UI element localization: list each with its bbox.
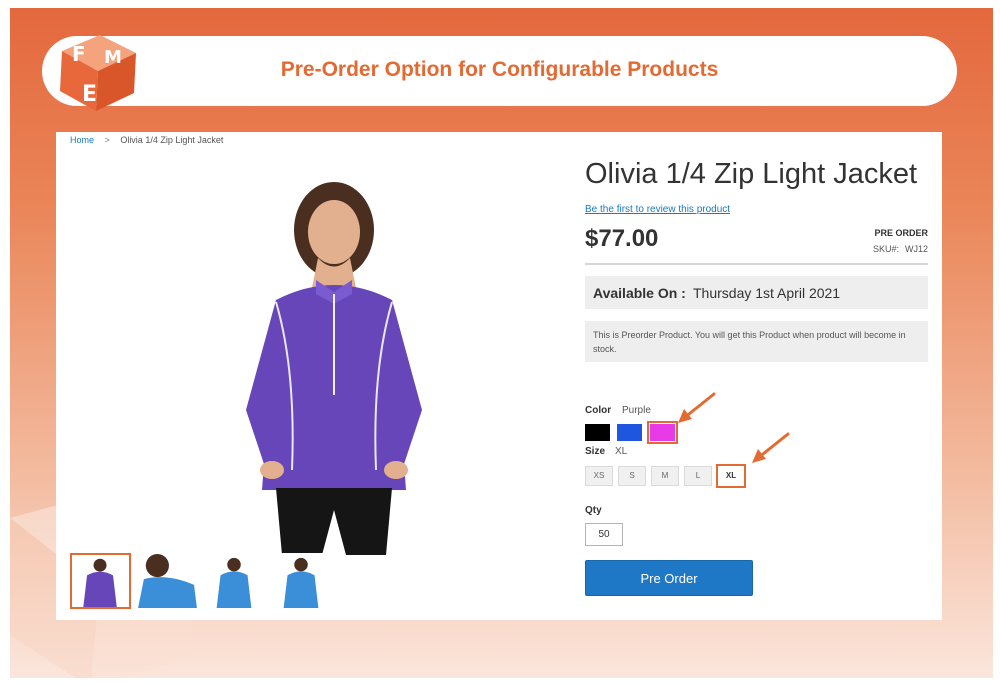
pre-order-button[interactable]: Pre Order xyxy=(585,560,753,596)
preorder-notice: This is Preorder Product. You will get t… xyxy=(585,321,928,362)
svg-text:M: M xyxy=(104,47,122,68)
color-swatch-black[interactable] xyxy=(585,424,610,441)
color-swatch-blue[interactable] xyxy=(617,424,642,441)
fme-logo: F M E xyxy=(60,35,136,111)
banner-title: Pre-Order Option for Configurable Produc… xyxy=(280,58,719,81)
size-option-xl[interactable]: XL xyxy=(716,464,746,488)
thumbnail-1[interactable] xyxy=(70,553,131,609)
breadcrumb-current: Olivia 1/4 Zip Light Jacket xyxy=(120,135,224,145)
size-selected-value: XL xyxy=(615,446,628,457)
size-option-l[interactable]: L xyxy=(684,466,712,486)
color-selected-value: Purple xyxy=(622,405,651,416)
qty-label: Qty xyxy=(585,505,602,516)
svg-text:F: F xyxy=(72,42,86,66)
annotation-arrow-size-icon xyxy=(752,432,790,463)
thumbnail-strip xyxy=(70,553,332,609)
sku-value: WJ12 xyxy=(904,244,928,254)
review-link[interactable]: Be the first to review this product xyxy=(585,204,730,215)
product-title: Olivia 1/4 Zip Light Jacket xyxy=(585,158,918,190)
qty-input[interactable] xyxy=(585,523,623,546)
size-option-m[interactable]: M xyxy=(651,466,679,486)
availability-box: Available On : Thursday 1st April 2021 xyxy=(585,276,928,309)
sku-label: SKU#: xyxy=(872,244,899,254)
thumbnail-4[interactable] xyxy=(271,553,332,609)
thumbnail-2[interactable] xyxy=(137,553,198,609)
breadcrumb: Home > Olivia 1/4 Zip Light Jacket xyxy=(70,135,223,145)
stock-status: PRE ORDER xyxy=(874,228,928,238)
color-label: Color xyxy=(585,405,612,416)
size-option-s[interactable]: S xyxy=(618,466,646,486)
preorder-notice-text: This is Preorder Product. You will get t… xyxy=(593,330,906,354)
banner: Pre-Order Option for Configurable Produc… xyxy=(42,36,957,106)
availability-date: Thursday 1st April 2021 xyxy=(693,285,841,301)
svg-text:E: E xyxy=(82,82,97,107)
thumbnail-3[interactable] xyxy=(204,553,265,609)
sku: SKU#: WJ12 xyxy=(873,244,928,254)
product-price: $77.00 xyxy=(585,225,659,252)
product-page-panel: Home > Olivia 1/4 Zip Light Jacket Olivi… xyxy=(56,132,942,620)
breadcrumb-separator-icon: > xyxy=(104,135,110,145)
product-main-image[interactable] xyxy=(206,170,456,555)
size-label: Size xyxy=(585,446,606,457)
background-frame: Pre-Order Option for Configurable Produc… xyxy=(10,8,993,678)
color-swatch-purple[interactable] xyxy=(647,421,678,444)
size-option-xs[interactable]: XS xyxy=(585,466,613,486)
annotation-arrow-color-icon xyxy=(678,392,716,423)
breadcrumb-home-link[interactable]: Home xyxy=(70,135,94,145)
availability-label: Available On : xyxy=(593,285,686,301)
price-divider xyxy=(585,263,928,265)
